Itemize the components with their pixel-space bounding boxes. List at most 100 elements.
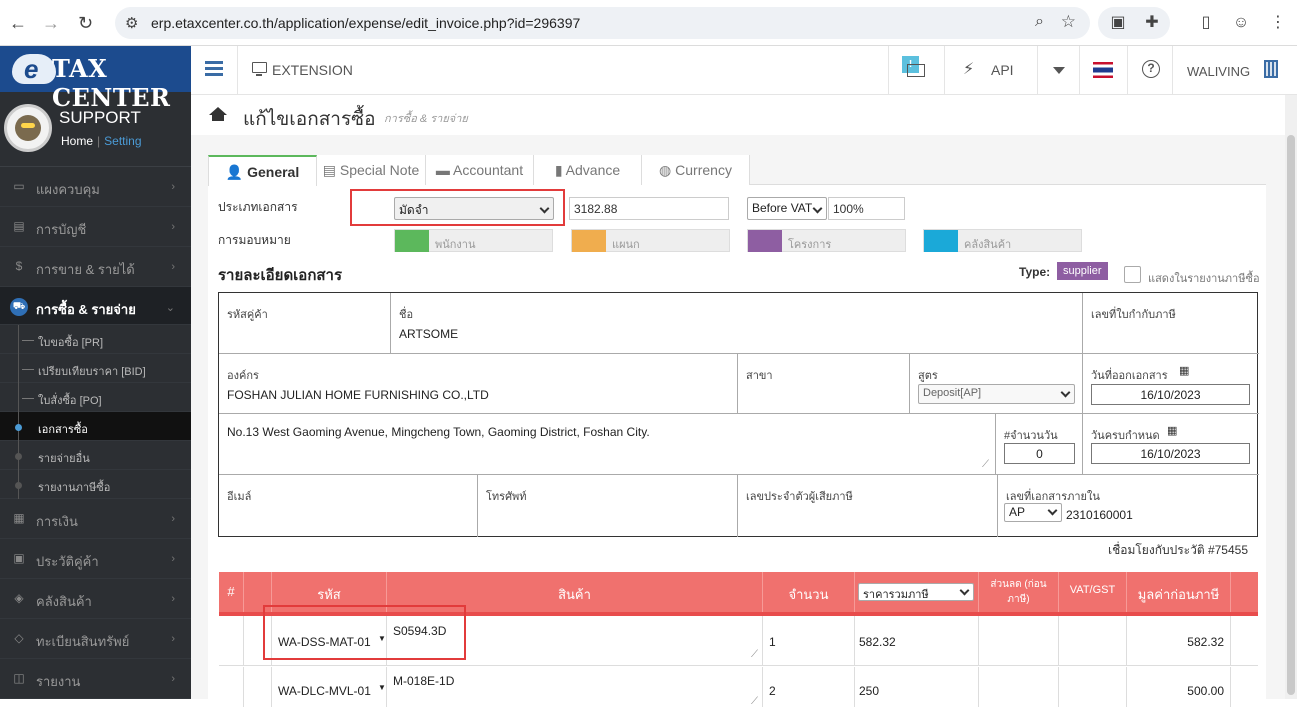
address-textarea[interactable]: No.13 West Gaoming Avenue, Mingcheng Tow… <box>227 425 650 439</box>
col-header-value: มูลค่าก่อนภาษี <box>1127 572 1231 612</box>
building-icon <box>572 230 606 252</box>
doc-type-select[interactable]: มัดจำ <box>394 197 554 220</box>
assign-warehouse-field[interactable]: คลังสินค้า <box>923 229 1082 252</box>
diamond-icon: ◇ <box>14 631 24 645</box>
assign-label: การมอบหมาย <box>218 233 291 247</box>
table-row: WA-DLC-MVL-01 ▼ M-018E-1D ⟋ 2 250 500.00 <box>219 667 1258 707</box>
main-content: แก้ไขเอกสารซื้อ การซื้อ & รายจ่าย 👤 Gene… <box>191 95 1297 715</box>
api-button[interactable]: ⚡ API <box>944 46 1037 95</box>
page-header: แก้ไขเอกสารซื้อ การซื้อ & รายจ่าย <box>191 95 1285 135</box>
link-history-text[interactable]: เชื่อมโยงกับประวัติ #75455 <box>1108 541 1248 560</box>
resize-handle-icon: ⟋ <box>982 459 989 470</box>
chevron-down-icon <box>1047 505 1058 516</box>
forward-icon[interactable]: → <box>42 13 60 34</box>
col-header-price: ราคารวมภาษี <box>855 572 979 612</box>
submenu-item-po[interactable]: ใบสั่งซื้อ [PO] <box>0 383 191 412</box>
tab-currency[interactable]: ◍ Currency <box>642 155 750 185</box>
col-header-discount: ส่วนลด (ก่อนภาษี) <box>979 572 1059 612</box>
extension-button[interactable]: EXTENSION <box>237 46 363 95</box>
resize-handle-icon: ⟋ <box>751 696 758 707</box>
profile-avatar-icon[interactable]: ☺ <box>1229 11 1253 35</box>
address-bar[interactable]: ⚙ erp.etaxcenter.co.th/application/expen… <box>115 7 1090 39</box>
sidebar-item-dashboard[interactable]: ▭ แผงควบคุม › <box>0 167 191 207</box>
price-mode-select[interactable]: ราคารวมภาษี <box>858 583 974 601</box>
url-text[interactable]: erp.etaxcenter.co.th/application/expense… <box>151 15 580 31</box>
tab-advance[interactable]: ▮ Advance <box>534 155 642 185</box>
show-in-report-checkbox[interactable] <box>1124 266 1141 283</box>
side-panel-icon[interactable]: ▯ <box>1194 11 1218 35</box>
item-price[interactable]: 250 <box>859 684 879 698</box>
assign-employee-field[interactable]: พนักงาน <box>394 229 553 252</box>
submenu-item-purchase-tax-report[interactable]: รายงานภาษีซื้อ <box>0 470 191 499</box>
sidebar-item-accounting[interactable]: ▤ การบัญชี › <box>0 207 191 247</box>
puzzle-extension-icon[interactable]: ✚ <box>1140 11 1164 35</box>
envelope-icon <box>907 64 925 77</box>
issue-date-input[interactable]: 16/10/2023 <box>1091 384 1250 405</box>
formula-select[interactable]: Deposit[AP] <box>918 384 1075 404</box>
vat-mode-select[interactable]: Before VAT <box>747 197 827 220</box>
submenu-item-purchase-doc[interactable]: เอกสารซื้อ <box>0 412 191 441</box>
menu-toggle-button[interactable] <box>191 46 237 95</box>
sidebar-item-assets[interactable]: ◇ ทะเบียนสินทรัพย์ › <box>0 619 191 659</box>
assign-project-field[interactable]: โครงการ <box>747 229 906 252</box>
submenu-item-bid[interactable]: เปรียบเทียบราคา [BID] <box>0 354 191 383</box>
due-date-input[interactable]: 16/10/2023 <box>1091 443 1250 464</box>
site-settings-icon[interactable]: ⚙ <box>125 14 138 32</box>
language-button[interactable] <box>1079 46 1127 95</box>
page-title: แก้ไขเอกสารซื้อ <box>243 109 376 130</box>
scrollbar-thumb[interactable] <box>1287 135 1295 695</box>
back-icon[interactable]: ← <box>9 13 27 34</box>
internal-prefix-select[interactable]: AP <box>1004 503 1062 522</box>
user-menu-button[interactable]: WALIVING <box>1172 46 1297 95</box>
assign-department-field[interactable]: แผนก <box>571 229 730 252</box>
supplier-name[interactable]: ARTSOME <box>399 327 458 341</box>
browser-menu-icon[interactable]: ⋮ <box>1266 11 1290 35</box>
setting-link[interactable]: Setting <box>104 134 141 148</box>
tab-accountant[interactable]: ▬ Accountant <box>426 155 534 185</box>
user-profile: SUPPORT Home | Setting <box>0 92 191 167</box>
home-link[interactable]: Home <box>61 134 93 148</box>
sidebar-item-reports[interactable]: ◫ รายงาน › <box>0 659 191 699</box>
organization-name[interactable]: FOSHAN JULIAN HOME FURNISHING CO.,LTD <box>227 388 489 402</box>
amount-input[interactable]: 3182.88 <box>569 197 729 220</box>
vat-rate-input[interactable]: 100% <box>828 197 905 220</box>
sidebar-item-partners[interactable]: ▣ ประวัติคู่ค้า › <box>0 539 191 579</box>
submenu-item-other-expense[interactable]: รายจ่ายอื่น <box>0 441 191 470</box>
tab-special-note[interactable]: ▤ Special Note <box>317 155 426 185</box>
submenu-item-pr[interactable]: ใบขอซื้อ [PR] <box>0 325 191 354</box>
thai-flag-icon <box>1093 62 1113 78</box>
help-button[interactable]: ? <box>1127 46 1172 95</box>
chevron-down-icon <box>539 203 550 214</box>
zoom-icon[interactable]: ⌕ <box>1035 13 1044 31</box>
calendar-icon: ▦ <box>1179 365 1190 377</box>
col-header-actions <box>1231 572 1258 612</box>
home-icon[interactable] <box>209 107 227 121</box>
item-qty[interactable]: 1 <box>769 635 776 649</box>
chat-extension-icon[interactable]: ▣ <box>1106 11 1130 35</box>
item-discount[interactable] <box>979 616 1059 666</box>
item-product[interactable]: M-018E-1D <box>393 674 454 688</box>
tab-general[interactable]: 👤 General <box>208 155 317 186</box>
sidebar-item-purchases[interactable]: ⛟ การซื้อ & รายจ่าย ⌄ <box>0 287 191 325</box>
page-subtitle: การซื้อ & รายจ่าย <box>384 113 468 125</box>
mail-button[interactable] <box>888 46 944 95</box>
item-vat[interactable] <box>1059 667 1127 707</box>
item-vat[interactable] <box>1059 616 1127 666</box>
bookmark-star-icon[interactable]: ☆ <box>1061 12 1076 32</box>
avatar[interactable] <box>4 104 52 152</box>
item-price[interactable]: 582.32 <box>859 635 896 649</box>
brand-logo[interactable]: e TAX CENTER <box>0 46 191 112</box>
reload-icon[interactable]: ↻ <box>78 13 93 34</box>
purchases-submenu: ใบขอซื้อ [PR] เปรียบเทียบราคา [BID] ใบสั… <box>0 325 191 499</box>
days-input[interactable]: 0 <box>1004 443 1075 464</box>
item-discount[interactable] <box>979 667 1059 707</box>
item-value: 582.32 <box>1187 635 1224 649</box>
item-code[interactable]: WA-DLC-MVL-01 <box>278 684 371 698</box>
dropdown-button[interactable] <box>1037 46 1079 95</box>
sidebar-item-inventory[interactable]: ◈ คลังสินค้า › <box>0 579 191 619</box>
item-qty[interactable]: 2 <box>769 684 776 698</box>
chevron-right-icon: › <box>171 261 175 273</box>
sidebar-item-sales[interactable]: $ การขาย & รายได้ › <box>0 247 191 287</box>
book-icon: ▤ <box>13 219 25 233</box>
sidebar-item-finance[interactable]: ▦ การเงิน › <box>0 499 191 539</box>
